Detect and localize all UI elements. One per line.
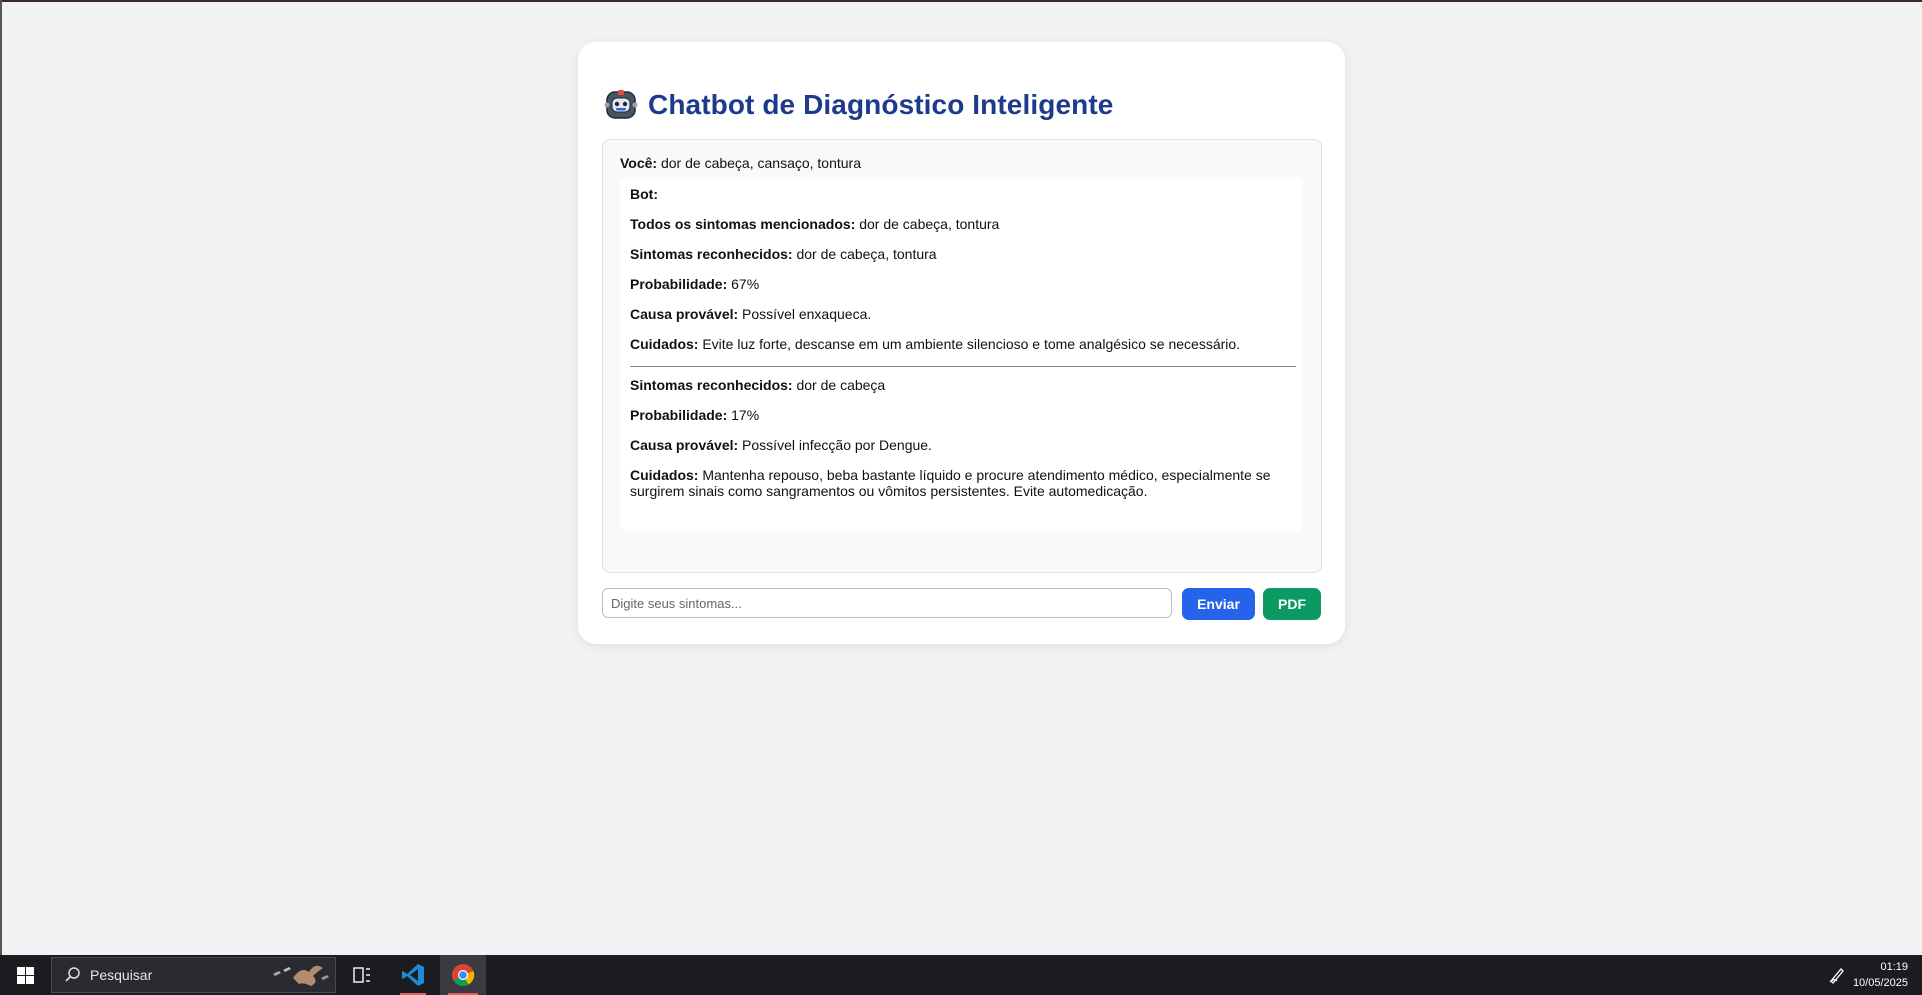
care-1: Cuidados: Evite luz forte, descanse em u… bbox=[630, 336, 1241, 352]
chatbot-card: Chatbot de Diagnóstico Inteligente Você:… bbox=[578, 42, 1345, 644]
taskbar: Pesquisar 01:19 10/05/2025 bbox=[0, 955, 1922, 995]
user-text: dor de cabeça, cansaço, tontura bbox=[657, 155, 862, 171]
user-label: Você: bbox=[620, 155, 658, 171]
system-clock[interactable]: 01:19 10/05/2025 bbox=[1853, 959, 1908, 991]
search-placeholder: Pesquisar bbox=[90, 967, 153, 983]
care-2: Cuidados: Mantenha repouso, beba bastant… bbox=[630, 467, 1271, 499]
search-highlight-birds-icon bbox=[273, 965, 329, 986]
window-left-border bbox=[0, 0, 2, 955]
cause-1: Causa provável: Possível enxaqueca. bbox=[630, 306, 872, 322]
taskbar-search[interactable]: Pesquisar bbox=[51, 957, 336, 993]
task-view-icon[interactable] bbox=[346, 955, 378, 995]
pdf-button[interactable]: PDF bbox=[1263, 588, 1321, 620]
clock-date: 10/05/2025 bbox=[1852, 977, 1908, 989]
pen-icon[interactable] bbox=[1824, 955, 1850, 995]
chrome-icon[interactable] bbox=[440, 955, 486, 995]
windows-start-icon[interactable] bbox=[8, 955, 42, 995]
search-icon bbox=[65, 967, 80, 982]
mentioned-symptoms: Todos os sintomas mencionados: dor de ca… bbox=[630, 216, 1000, 232]
cause-2: Causa provável: Possível infecção por De… bbox=[630, 437, 932, 453]
user-message: Você: dor de cabeça, cansaço, tontura bbox=[620, 155, 861, 171]
recognized-symptoms-2: Sintomas reconhecidos: dor de cabeça bbox=[630, 377, 886, 393]
robot-face-icon bbox=[604, 90, 638, 119]
header: Chatbot de Diagnóstico Inteligente bbox=[604, 88, 1113, 122]
result-divider bbox=[630, 366, 1296, 367]
recognized-symptoms-1: Sintomas reconhecidos: dor de cabeça, to… bbox=[630, 246, 937, 262]
probability-1: Probabilidade: 67% bbox=[630, 276, 760, 292]
symptoms-input[interactable] bbox=[602, 588, 1172, 618]
send-button[interactable]: Enviar bbox=[1182, 588, 1255, 620]
clock-time: 01:19 bbox=[1880, 961, 1908, 973]
bot-message: Bot: Todos os sintomas mencionados: dor … bbox=[620, 177, 1303, 531]
bot-label: Bot: bbox=[630, 186, 658, 202]
vscode-icon[interactable] bbox=[394, 955, 432, 995]
page-title: Chatbot de Diagnóstico Inteligente bbox=[648, 89, 1114, 120]
chat-history[interactable]: Você: dor de cabeça, cansaço, tontura Bo… bbox=[602, 139, 1322, 573]
probability-2: Probabilidade: 17% bbox=[630, 407, 760, 423]
window-top-border bbox=[0, 0, 1922, 2]
